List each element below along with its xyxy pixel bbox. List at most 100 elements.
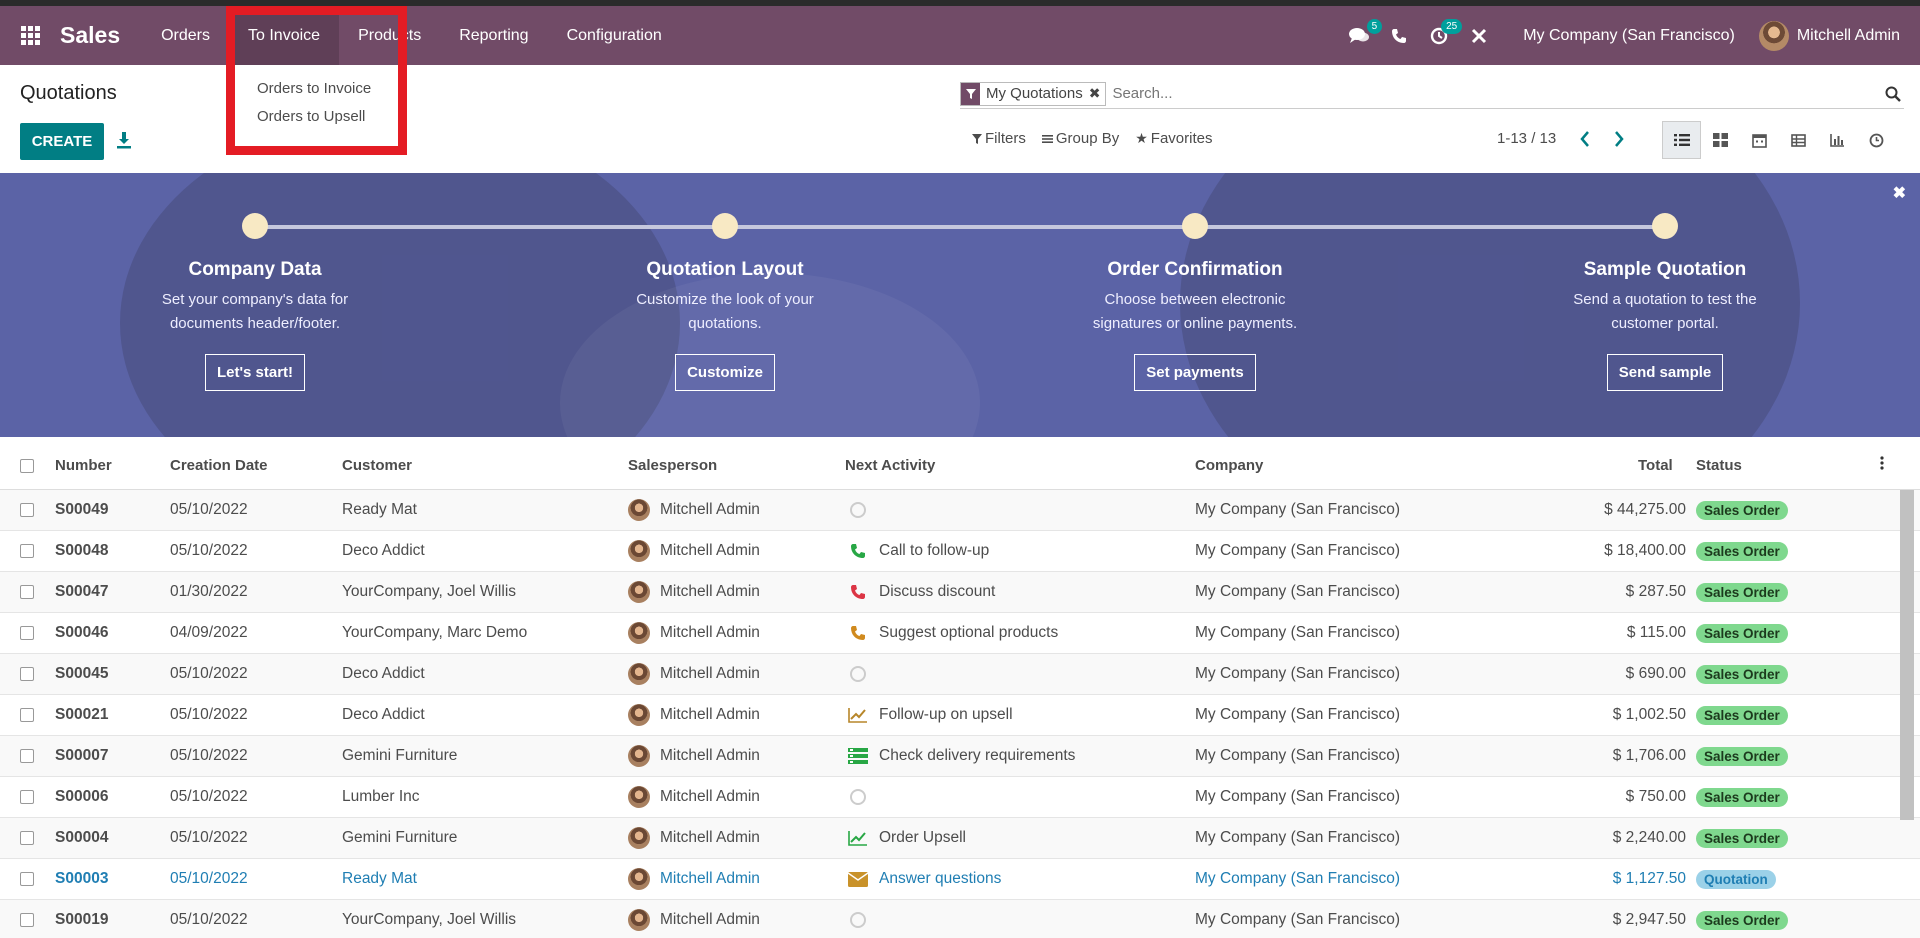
tools-button[interactable] [1462,6,1496,65]
chevron-left-icon[interactable] [1578,130,1592,148]
header-salesperson[interactable]: Salesperson [628,457,717,474]
row-checkbox[interactable] [20,872,34,886]
row-checkbox[interactable] [20,626,34,640]
activity-icon-wrap [848,623,868,643]
search-input[interactable] [1112,85,1882,102]
activity-view-button[interactable] [1857,121,1896,159]
create-button[interactable]: CREATE [20,123,104,160]
row-checkbox[interactable] [20,749,34,763]
table-row[interactable]: S00046 04/09/2022 YourCompany, Marc Demo Mi… [0,613,1920,654]
header-next-activity[interactable]: Next Activity [845,457,935,474]
salesperson-avatar [628,745,650,767]
table-row[interactable]: S00021 05/10/2022 Deco Addict Mitchell Admi… [0,695,1920,736]
search-icon[interactable] [1882,83,1904,105]
table-row[interactable]: S00019 05/10/2022 YourCompany, Joel Willis… [0,900,1920,938]
cell-next-activity[interactable]: Discuss discount [848,582,995,602]
row-checkbox[interactable] [20,667,34,681]
calendar-view-button[interactable] [1740,121,1779,159]
company-switcher[interactable]: My Company (San Francisco) [1523,27,1735,45]
table-row[interactable]: S00004 05/10/2022 Gemini Furniture Mitchell… [0,818,1920,859]
menu-orders[interactable]: Orders [142,6,229,65]
list-view-button[interactable] [1662,121,1701,159]
apps-menu-icon[interactable] [0,6,60,65]
header-status[interactable]: Status [1696,457,1742,474]
cell-company: My Company (San Francisco) [1195,583,1401,600]
cell-next-activity[interactable]: Follow-up on upsell [848,705,1013,725]
header-creation-date[interactable]: Creation Date [170,457,268,474]
cell-next-activity[interactable] [848,787,879,807]
cell-next-activity[interactable]: Order Upsell [848,828,966,848]
messages-button[interactable]: 5 [1342,6,1383,65]
salesperson-name: Mitchell Admin [660,870,760,887]
cell-next-activity[interactable]: Check delivery requirements [848,746,1075,766]
dropdown-orders-to-upsell[interactable]: Orders to Upsell [235,103,398,131]
customize-button[interactable]: Customize [675,354,775,391]
header-number[interactable]: Number [55,457,112,474]
row-checkbox[interactable] [20,831,34,845]
menu-products[interactable]: Products [339,6,440,65]
activity-summary: Suggest optional products [879,624,1059,641]
table-row[interactable]: S00047 01/30/2022 YourCompany, Joel Willis… [0,572,1920,613]
activity-icon-wrap [848,910,868,930]
status-badge: Sales Order [1696,664,1788,684]
table-row[interactable]: S00048 05/10/2022 Deco Addict Mitchell Admi… [0,531,1920,572]
filters-button[interactable]: Filters [972,130,1026,147]
quotations-table: Number Creation Date Customer Salesperso… [0,442,1920,938]
menu-configuration[interactable]: Configuration [548,6,681,65]
table-row[interactable]: S00045 05/10/2022 Deco Addict Mitchell Admi… [0,654,1920,695]
set-payments-button[interactable]: Set payments [1134,354,1256,391]
header-company[interactable]: Company [1195,457,1263,474]
facet-remove-icon[interactable]: ✖ [1089,85,1106,102]
cell-next-activity[interactable] [848,910,879,930]
lets-start-button[interactable]: Let's start! [204,354,306,391]
table-row[interactable]: S00006 05/10/2022 Lumber Inc Mitchell Admin… [0,777,1920,818]
download-icon[interactable] [116,131,132,149]
phone-button[interactable] [1382,6,1416,65]
dropdown-orders-to-invoice[interactable]: Orders to Invoice [235,75,398,103]
select-all-checkbox[interactable] [20,458,34,473]
app-brand[interactable]: Sales [60,22,120,49]
column-options-icon[interactable] [1880,456,1884,474]
chevron-right-icon[interactable] [1612,130,1626,148]
cell-creation-date: 05/10/2022 [170,665,248,682]
menu-reporting[interactable]: Reporting [440,6,547,65]
cell-next-activity[interactable]: Suggest optional products [848,623,1058,643]
header-total[interactable]: Total [1638,457,1673,474]
activity-icon-wrap [848,705,868,725]
group-by-button[interactable]: Group By [1041,130,1119,147]
row-checkbox[interactable] [20,544,34,558]
row-checkbox[interactable] [20,503,34,517]
cell-next-activity[interactable] [848,500,879,520]
salesperson-name: Mitchell Admin [660,624,760,641]
scrollbar[interactable] [1900,490,1914,820]
cell-number: S00021 [55,706,109,723]
to-invoice-dropdown: Orders to Invoice Orders to Upsell [235,65,398,146]
row-checkbox[interactable] [20,790,34,804]
cell-salesperson: Mitchell Admin [628,786,760,808]
pager-value[interactable]: 1-13 / 13 [1497,130,1556,147]
pivot-view-button[interactable] [1779,121,1818,159]
user-menu[interactable]: Mitchell Admin [1758,20,1900,51]
row-checkbox[interactable] [20,585,34,599]
close-icon[interactable]: ✖ [1893,183,1906,203]
row-checkbox[interactable] [20,913,34,927]
cell-next-activity[interactable] [848,664,879,684]
cell-total: $ 1,706.00 [1612,747,1686,764]
table-row[interactable]: S00049 05/10/2022 Ready Mat Mitchell Admin M… [0,490,1920,531]
table-row[interactable]: S00003 05/10/2022 Ready Mat Mitchell Admin A… [0,859,1920,900]
activities-button[interactable]: 25 [1422,6,1463,65]
kanban-view-button[interactable] [1701,121,1740,159]
menu-to-invoice[interactable]: To Invoice [229,6,340,65]
row-checkbox[interactable] [20,708,34,722]
send-sample-button[interactable]: Send sample [1606,354,1724,391]
cell-creation-date: 05/10/2022 [170,747,248,764]
phone-icon [851,626,865,640]
tasks-icon [848,748,868,764]
header-customer[interactable]: Customer [342,457,412,474]
cell-next-activity[interactable]: Answer questions [848,869,1001,889]
table-row[interactable]: S00007 05/10/2022 Gemini Furniture Mitchell… [0,736,1920,777]
graph-view-button[interactable] [1818,121,1857,159]
line-chart-icon [848,708,867,723]
favorites-button[interactable]: ★ Favorites [1135,130,1212,147]
cell-next-activity[interactable]: Call to follow-up [848,541,989,561]
